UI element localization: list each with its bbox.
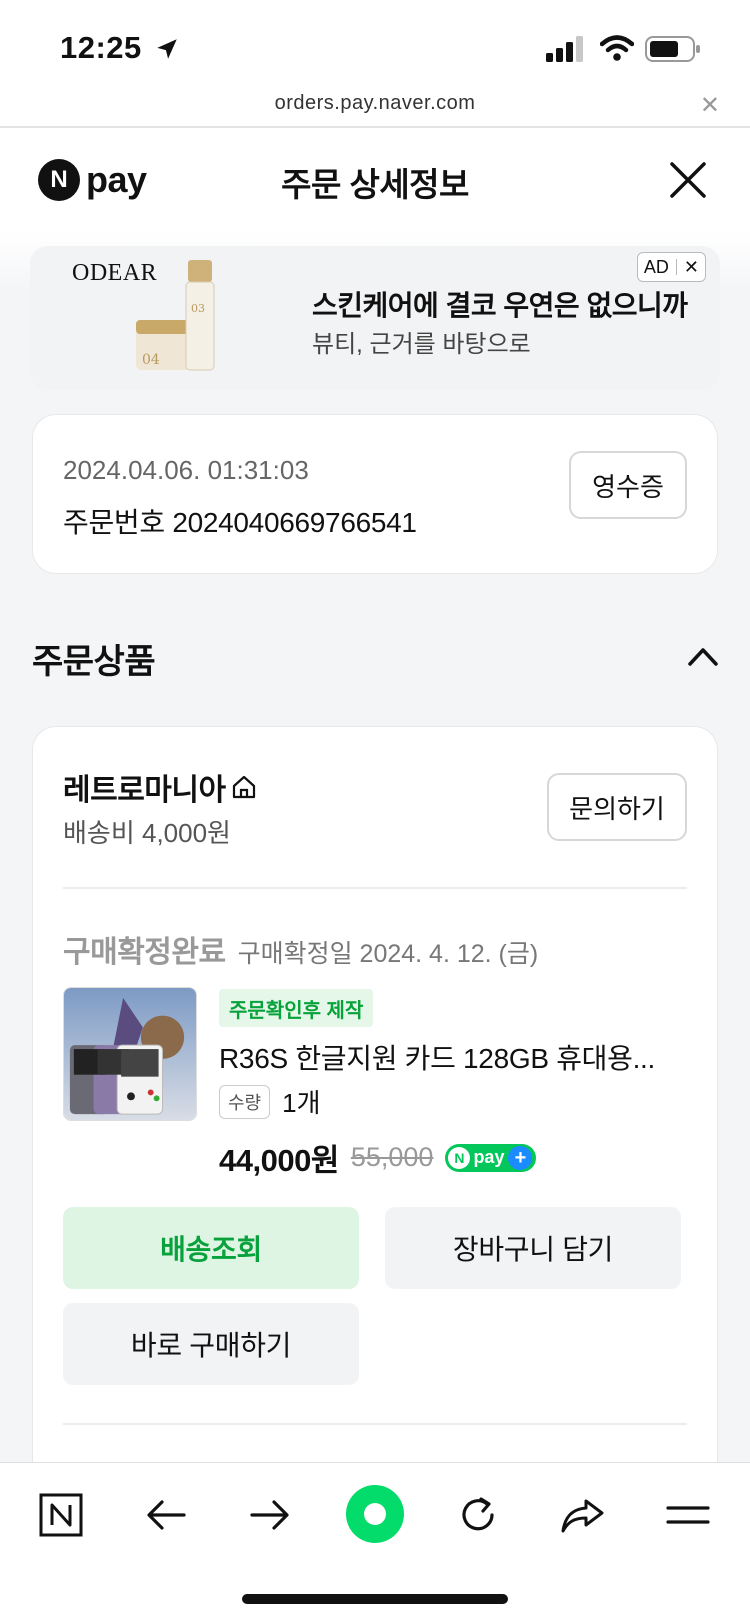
- ad-badge-divider: [675, 259, 677, 275]
- naver-home-icon[interactable]: [37, 1491, 85, 1539]
- sale-price: 44,000원: [219, 1143, 339, 1178]
- green-dot-center: [364, 1503, 386, 1525]
- green-dot-icon[interactable]: [346, 1485, 404, 1543]
- order-number: 주문번호 2024040669766541: [63, 507, 417, 538]
- inquiry-button[interactable]: 문의하기: [547, 773, 687, 841]
- npay-plus-n-icon: N: [448, 1146, 471, 1169]
- ad-subtext: 뷰티, 근거를 바탕으로: [312, 331, 531, 358]
- store-name[interactable]: 레트로마니아: [63, 765, 258, 809]
- close-icon[interactable]: [666, 158, 710, 202]
- url-bar[interactable]: orders.pay.naver.com ✕: [0, 90, 750, 128]
- quantity-label: 수량: [219, 1084, 271, 1119]
- reload-icon[interactable]: [454, 1491, 502, 1539]
- url-close-icon[interactable]: ✕: [700, 94, 720, 118]
- svg-text:03: 03: [191, 302, 205, 315]
- npay-plus-badge: N pay +: [445, 1143, 537, 1172]
- receipt-button[interactable]: 영수증: [569, 451, 687, 519]
- order-datetime: 2024.04.06. 01:31:03: [63, 455, 309, 485]
- price-row: 44,000원 55,000 N pay +: [219, 1135, 537, 1180]
- purchase-confirm-date: 구매확정일 2024. 4. 12. (금): [237, 940, 539, 968]
- home-indicator[interactable]: [242, 1594, 508, 1604]
- ad-banner[interactable]: ODEAR 04 03 스킨케어에 결코 우연은 없으니까 뷰티, 근거를 바탕…: [30, 246, 720, 390]
- original-price: 55,000: [350, 1142, 434, 1172]
- ad-headline: 스킨케어에 결코 우연은 없으니까: [312, 290, 688, 321]
- back-arrow-icon[interactable]: [142, 1491, 190, 1539]
- made-to-order-tag: 주문확인후 제작: [219, 989, 374, 1027]
- store-name-label[interactable]: 레트로마니아: [63, 765, 226, 809]
- ad-product-image: 04 03: [136, 260, 215, 371]
- share-icon[interactable]: [558, 1491, 606, 1539]
- quantity-row: 수량 1개: [219, 1083, 321, 1120]
- location-arrow-icon: [157, 39, 177, 59]
- chevron-up-icon[interactable]: [686, 644, 720, 668]
- menu-icon[interactable]: [664, 1491, 712, 1539]
- ad-close-icon[interactable]: ✕: [684, 257, 699, 278]
- cellular-signal-icon: [546, 36, 583, 62]
- status-bar: 12:25: [0, 0, 750, 90]
- add-to-cart-button[interactable]: 장바구니 담기: [385, 1207, 681, 1289]
- product-thumbnail[interactable]: [63, 987, 197, 1121]
- order-status: 구매확정완료: [63, 936, 226, 969]
- battery-icon: [645, 36, 700, 62]
- npay-plus-word: pay: [473, 1147, 505, 1167]
- url-text[interactable]: orders.pay.naver.com: [0, 92, 750, 115]
- buy-now-button[interactable]: 바로 구매하기: [63, 1303, 359, 1385]
- svg-text:04: 04: [142, 352, 160, 368]
- forward-arrow-icon[interactable]: [246, 1491, 294, 1539]
- page-title: 주문 상세정보: [281, 166, 469, 203]
- status-time: 12:25: [60, 30, 142, 65]
- ad-label: AD: [643, 256, 669, 277]
- ad-badge[interactable]: AD ✕: [636, 252, 706, 282]
- order-status-line: 구매확정완료 구매확정일 2024. 4. 12. (금): [63, 927, 538, 971]
- store-home-icon[interactable]: [230, 773, 258, 801]
- wifi-icon: [600, 35, 634, 61]
- divider: [63, 1423, 687, 1425]
- product-card: 레트로마니아 배송비 4,000원 문의하기 구매확정완료 구매확정일 2024…: [32, 726, 718, 1486]
- shipping-fee: 배송비 4,000원: [63, 818, 231, 848]
- product-name[interactable]: R36S 한글지원 카드 128GB 휴대용...: [219, 1037, 679, 1077]
- divider: [63, 887, 687, 889]
- track-delivery-button[interactable]: 배송조회: [63, 1207, 359, 1289]
- order-info-card: 2024.04.06. 01:31:03 주문번호 20240406697665…: [32, 414, 718, 574]
- page-header: N pay 주문 상세정보: [0, 128, 750, 232]
- content-area: ODEAR 04 03 스킨케어에 결코 우연은 없으니까 뷰티, 근거를 바탕…: [0, 232, 750, 1486]
- section-title-ordered-items: 주문상품: [32, 643, 156, 681]
- quantity-value: 1개: [282, 1088, 321, 1118]
- plus-icon: +: [508, 1145, 533, 1170]
